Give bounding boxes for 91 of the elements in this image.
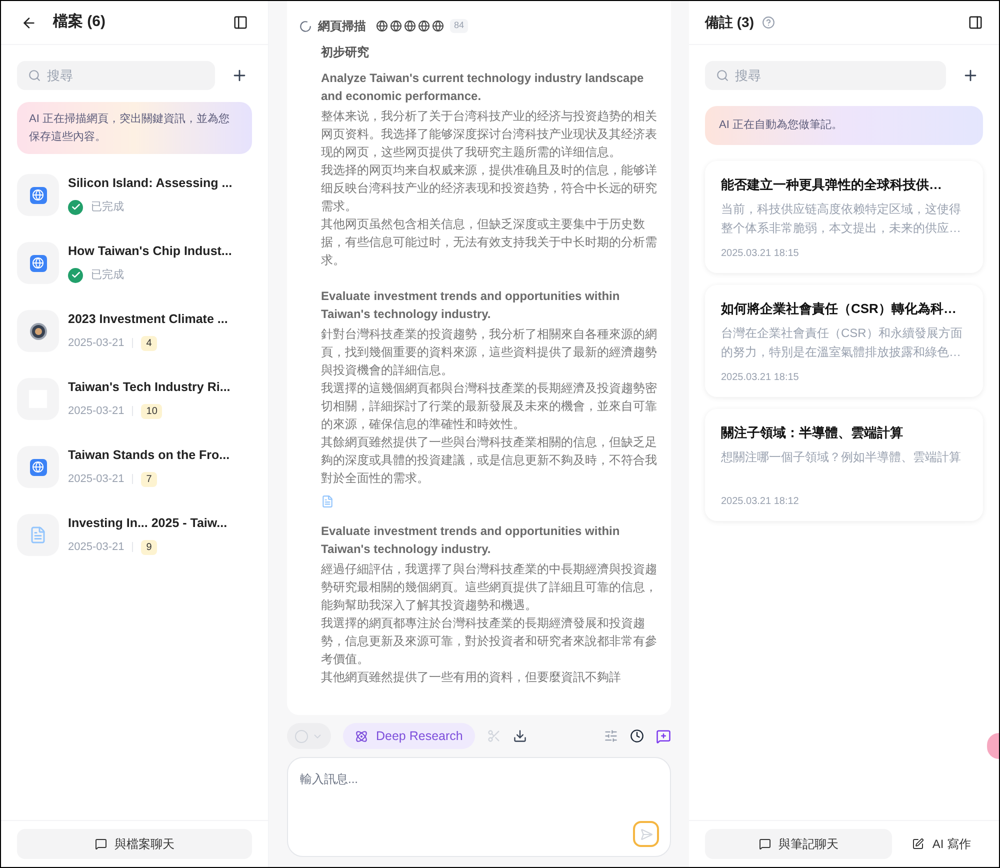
check-icon <box>68 268 83 283</box>
back-icon[interactable] <box>21 14 37 30</box>
note-card[interactable]: 能否建立一种更具弹性的全球科技供… 当前，科技供应链高度依赖特定区域，这使得整个体系非常脆弱，本文提出，未来的供应… 2025.03.21 18:15 <box>705 160 983 272</box>
globe-icon <box>30 458 46 476</box>
search-field[interactable]: 搜尋 <box>705 61 946 90</box>
note-body: 当前，科技供应链高度依赖特定区域，这使得整个体系非常脆弱，本文提出，未来的供应… <box>721 201 962 237</box>
file-item[interactable]: 2023 Investment Climate ... 2025-03-21 4 <box>17 310 252 352</box>
atom-icon <box>355 730 368 742</box>
file-status: 已完成 <box>91 268 124 284</box>
plus-icon <box>962 67 979 84</box>
document-icon <box>321 495 334 508</box>
step-paragraph: 其他网页虽然包含相关信息，但缺乏深度或主要集中于历史数据，有些信息可能过时，无法有效支持我关于中长时期的分析需求。 <box>321 216 658 269</box>
new-chat-icon[interactable] <box>656 728 671 744</box>
ai-notice: AI 正在掃描網頁，突出關鍵資訊，並為您保存這些內容。 <box>17 102 252 154</box>
send-icon <box>640 828 652 840</box>
spinner-icon <box>299 20 312 32</box>
help-icon[interactable] <box>762 16 775 29</box>
step-paragraph: 其他網頁雖然提供了一些有用的資料，但要麼資訊不夠詳 <box>321 669 622 686</box>
note-title: 關注子領域：半導體、雲端計算 <box>721 424 904 442</box>
note-body: 台灣在企業社會責任（CSR）和永續發展方面的努力，特別是在溫室氣體排放披露和綠色… <box>721 325 964 361</box>
pen-icon <box>912 838 924 850</box>
note-time: 2025.03.21 18:15 <box>721 370 800 384</box>
panel-toggle-icon[interactable] <box>968 15 983 30</box>
chat-icon <box>758 838 771 850</box>
panel-title: 檔案 (6) <box>53 12 106 32</box>
file-item[interactable]: Taiwan Stands on the Fro... 2025-03-21 7 <box>17 446 252 488</box>
note-time: 2025.03.21 18:15 <box>721 246 800 260</box>
seal-icon <box>30 322 46 340</box>
note-card[interactable]: 如何將企業社會責任（CSR）轉化為科… 台灣在企業社會責任（CSR）和永續發展方面的努力，特別是在溫室氣體排放披露和綠色… 2025.03.21 18:15 <box>705 284 983 396</box>
chat-with-files-button[interactable]: 與檔案聊天 <box>17 829 252 859</box>
file-item[interactable]: Investing In... 2025 - Taiw... 2025-03-21 9 <box>17 514 252 556</box>
panel-toggle-icon[interactable] <box>233 15 248 30</box>
note-time: 2025.03.21 18:12 <box>721 494 800 508</box>
note-card[interactable]: 關注子領域：半導體、雲端計算 想關注哪一個子領域？例如半導體、雲端計算 2025.03.21 18:12 <box>705 408 983 520</box>
section-heading: 初步研究 <box>321 44 370 61</box>
sliders-icon[interactable] <box>604 729 618 743</box>
file-title: Silicon Island: Assessing ... <box>68 175 232 192</box>
history-icon[interactable] <box>630 729 644 743</box>
globe-icon <box>418 20 430 32</box>
count-badge: 10 <box>141 404 162 419</box>
step-paragraph: 整体来说，我分析了关于台湾科技产业的经济与投资趋势的相关网页资料。我选择了能够深度探讨台湾科技产业现状及其经济表现的网页，这些网页提供了我研究主题所需的详细信息。 <box>321 108 658 161</box>
file-item[interactable]: Silicon Island: Assessing ... 已完成 <box>17 174 252 216</box>
file-title: Investing In... 2025 - Taiw... <box>68 515 228 532</box>
globe-icon <box>390 20 402 32</box>
file-title: Taiwan Stands on the Fro... <box>68 447 230 464</box>
search-field[interactable]: 搜尋 <box>17 61 215 90</box>
globe-icon <box>376 20 388 32</box>
step-title: Analyze Taiwan's current technology industry landscape and economic performance. <box>321 70 645 105</box>
step-title: Evaluate investment trends and opportunities within Taiwan's technology industry. <box>321 523 621 558</box>
file-item[interactable]: How Taiwan's Chip Indust... 已完成 <box>17 242 252 284</box>
file-date: 2025-03-21 <box>68 472 124 488</box>
file-item[interactable]: Taiwan's Tech Industry Ri... 2025-03-21 10 <box>17 378 252 420</box>
count-badge: 7 <box>141 472 157 487</box>
search-icon <box>716 69 729 82</box>
ai-notice: AI 正在自動為您做筆記。 <box>705 106 983 144</box>
globe-icon <box>30 186 46 204</box>
panel-title: 備註 (3) <box>705 13 754 32</box>
step-paragraph: 針對台灣科技產業的投資趨勢，我分析了相關來自各種來源的網頁，找到幾個重要的資料來源，這些資料提供了最新的經濟趨勢與投資機會的詳細信息。 <box>321 326 658 379</box>
step-paragraph: 其餘網頁雖然提供了一些與台灣科技產業相關的信息，但缺乏足夠的深度或具體的投資建議，或是信息更新不夠及時，不符合我對於全面性的需求。 <box>321 434 658 487</box>
step-paragraph: 經過仔細評估，我選擇了與台灣科技產業的中長期經濟與投資趨勢研究最相關的幾個網頁。這些網頁提供了詳細且可靠的信息，能夠幫助我深入了解其投資趨勢和機遇。 <box>321 561 658 614</box>
chat-with-notes-button[interactable]: 與筆記聊天 <box>705 829 892 859</box>
source-count: 84 <box>450 19 468 33</box>
step-paragraph: 我選擇的這幾個網頁都與台灣科技產業的長期經濟及投資趨勢密切相關，詳細探討了行業的最新發展及未來的機會，並來自可靠的來源，確保信息的準確性和時效性。 <box>321 380 658 433</box>
file-title: 2023 Investment Climate ... <box>68 311 228 328</box>
step-title: Evaluate investment trends and opportunities within Taiwan's technology industry. <box>321 288 621 323</box>
file-title: How Taiwan's Chip Indust... <box>68 243 232 260</box>
globe-icon <box>30 254 46 272</box>
file-title: Taiwan's Tech Industry Ri... <box>68 379 230 396</box>
count-badge: 4 <box>141 336 157 351</box>
file-date: 2025-03-21 <box>68 404 124 420</box>
search-icon <box>28 69 41 82</box>
file-date: 2025-03-21 <box>68 540 124 556</box>
step-paragraph: 我选择的网页均来自权威来源，提供准确且及时的信息，能够详细反映台湾科技产业的经济表现和投资趋势，符合中长远的研究需求。 <box>321 162 658 215</box>
globe-icon <box>432 20 444 32</box>
check-icon <box>68 200 83 215</box>
chat-icon <box>94 838 106 850</box>
globe-icon <box>404 20 416 32</box>
note-title: 能否建立一种更具弹性的全球科技供… <box>721 176 943 194</box>
step-paragraph: 我選擇的網頁都專注於台灣科技產業的長期經濟發展和投資趨勢，信息更新及來源可靠，對於投資者和研究者來說都非常有參考價值。 <box>321 615 658 668</box>
document-icon <box>29 526 47 544</box>
plus-icon <box>231 67 248 84</box>
file-status: 已完成 <box>91 200 124 216</box>
note-title: 如何將企業社會責任（CSR）轉化為科… <box>721 300 958 318</box>
file-date: 2025-03-21 <box>68 336 124 352</box>
note-body: 想關注哪一個子領域？例如半導體、雲端計算 <box>721 449 962 466</box>
count-badge: 9 <box>141 540 157 555</box>
scan-label: 網頁掃描 <box>318 18 366 35</box>
message-input[interactable]: 輸入訊息... <box>287 757 671 857</box>
download-icon[interactable] <box>512 729 527 743</box>
deep-research-button[interactable]: Deep Research <box>343 723 475 749</box>
ai-write-button[interactable]: AI 寫作 <box>900 829 983 859</box>
